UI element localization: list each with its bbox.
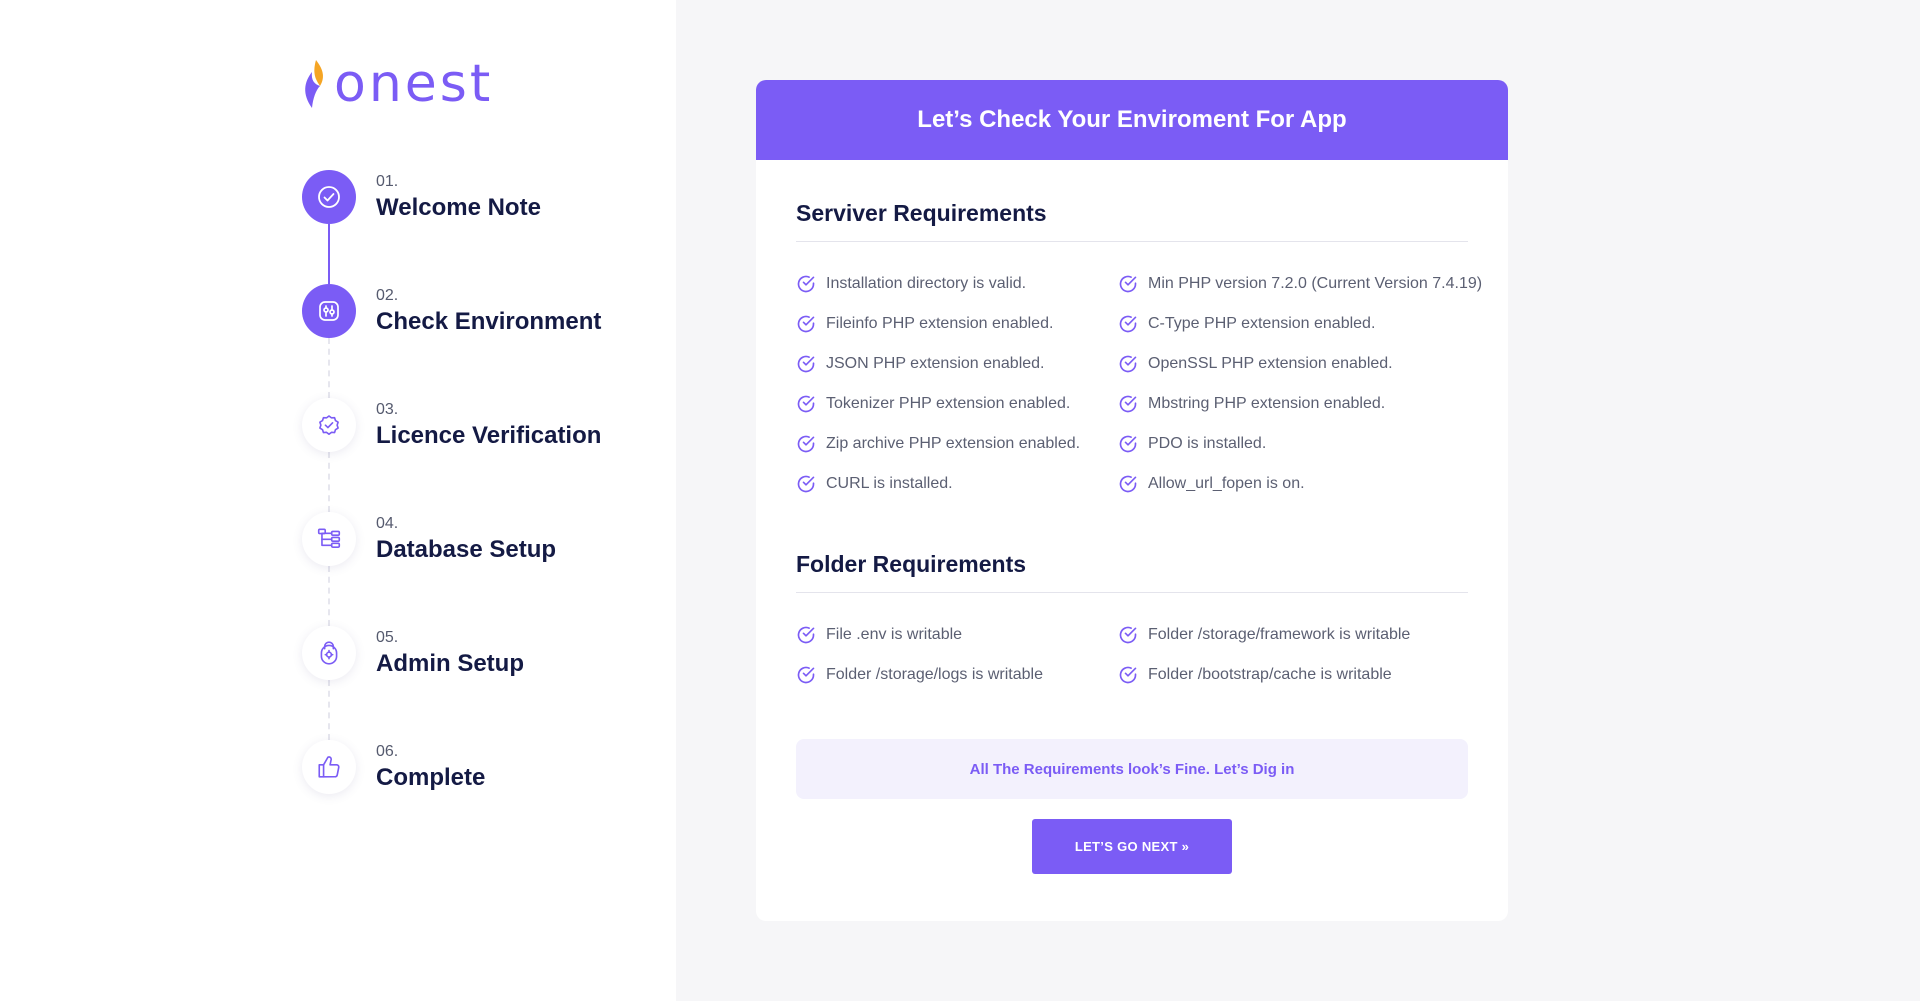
folder-requirements-title: Folder Requirements [796, 551, 1468, 593]
step-circle [302, 284, 356, 338]
requirement-item: Folder /bootstrap/cache is writable [1118, 663, 1468, 686]
check-circle-icon [1119, 395, 1137, 412]
requirement-text: Installation directory is valid. [826, 274, 1027, 292]
step-circle [302, 740, 356, 794]
step-number: 01. [376, 173, 399, 190]
step-connector [328, 224, 330, 284]
requirement-text: Fileinfo PHP extension enabled. [826, 314, 1054, 332]
requirements-notice: All The Requirements look’s Fine. Let’s … [796, 739, 1468, 799]
sliders-icon [319, 301, 339, 321]
card-header: Let’s Check Your Enviroment For App [756, 80, 1508, 160]
check-circle-icon [797, 435, 815, 452]
step-check-environment[interactable]: 02. Check Environment [302, 284, 682, 344]
requirement-item: Mbstring PHP extension enabled. [1118, 392, 1482, 415]
requirement-item: Tokenizer PHP extension enabled. [796, 392, 1118, 415]
step-complete[interactable]: 06. Complete [302, 740, 682, 800]
flame-icon [305, 60, 323, 108]
check-circle-icon [318, 186, 340, 208]
check-circle-icon [797, 355, 815, 372]
requirement-text: Allow_url_fopen is on. [1148, 474, 1305, 492]
brand-name: onest [334, 54, 494, 114]
step-connector [328, 680, 330, 740]
step-connector [328, 338, 330, 398]
environment-card: Let’s Check Your Enviroment For App Serv… [756, 80, 1508, 921]
step-database-setup[interactable]: 04. Database Setup [302, 512, 682, 572]
check-circle-icon [797, 395, 815, 412]
requirement-text: Tokenizer PHP extension enabled. [826, 394, 1071, 412]
badge-check-icon [319, 415, 339, 436]
step-admin-setup[interactable]: 05. Admin Setup [302, 626, 682, 686]
thumbs-up-icon [318, 756, 340, 778]
step-title: Database Setup [376, 536, 557, 563]
requirement-item: OpenSSL PHP extension enabled. [1118, 352, 1482, 375]
check-circle-icon [797, 626, 815, 643]
step-circle [302, 170, 356, 224]
requirement-item: File .env is writable [796, 623, 1118, 646]
step-circle [302, 512, 356, 566]
server-requirements-list: Installation directory is valid. Min PHP… [796, 272, 1482, 495]
requirement-text: Folder /storage/framework is writable [1148, 625, 1411, 643]
check-circle-icon [797, 275, 815, 292]
server-requirements-title: Serviver Requirements [796, 200, 1468, 242]
requirement-item: Fileinfo PHP extension enabled. [796, 312, 1118, 335]
requirement-item: Allow_url_fopen is on. [1118, 472, 1482, 495]
step-title: Licence Verification [376, 422, 602, 449]
step-number: 02. [376, 287, 399, 304]
requirement-item: Zip archive PHP extension enabled. [796, 432, 1118, 455]
step-title: Complete [376, 764, 486, 791]
folder-requirements-list: File .env is writable Folder /storage/fr… [796, 623, 1468, 686]
requirement-text: PDO is installed. [1148, 434, 1267, 452]
requirement-text: Min PHP version 7.2.0 (Current Version 7… [1148, 274, 1483, 292]
step-title: Welcome Note [376, 194, 541, 221]
requirement-text: Folder /storage/logs is writable [826, 665, 1043, 683]
folder-requirements-section: Folder Requirements File .env is writabl… [796, 551, 1468, 686]
card-body: Serviver Requirements Installation direc… [756, 160, 1508, 874]
step-number: 03. [376, 401, 399, 418]
requirement-text: Zip archive PHP extension enabled. [826, 434, 1081, 452]
next-button[interactable]: LET’S GO NEXT » [1032, 819, 1232, 874]
step-connector [328, 566, 330, 626]
requirement-text: JSON PHP extension enabled. [826, 354, 1045, 372]
requirement-item: PDO is installed. [1118, 432, 1482, 455]
requirement-item: Folder /storage/framework is writable [1118, 623, 1468, 646]
requirement-item: CURL is installed. [796, 472, 1118, 495]
check-circle-icon [797, 475, 815, 492]
step-title: Check Environment [376, 308, 602, 335]
card-title: Let’s Check Your Enviroment For App [917, 106, 1347, 133]
step-circle [302, 398, 356, 452]
step-title: Admin Setup [376, 650, 524, 677]
requirement-item: Installation directory is valid. [796, 272, 1118, 295]
check-circle-icon [797, 315, 815, 332]
requirement-text: C-Type PHP extension enabled. [1148, 314, 1376, 332]
check-circle-icon [1119, 275, 1137, 292]
step-number: 05. [376, 629, 399, 646]
hierarchy-icon [317, 528, 341, 548]
requirement-text: OpenSSL PHP extension enabled. [1148, 354, 1393, 372]
check-circle-icon [797, 666, 815, 683]
requirement-text: Mbstring PHP extension enabled. [1148, 394, 1386, 412]
check-circle-icon [1119, 355, 1137, 372]
check-circle-icon [1119, 475, 1137, 492]
step-welcome-note[interactable]: 01. Welcome Note [302, 170, 682, 230]
step-number: 06. [376, 743, 399, 760]
step-number: 04. [376, 515, 399, 532]
step-connector [328, 452, 330, 512]
step-circle [302, 626, 356, 680]
requirement-text: Folder /bootstrap/cache is writable [1148, 665, 1392, 683]
check-circle-icon [1119, 626, 1137, 643]
requirement-item: C-Type PHP extension enabled. [1118, 312, 1482, 335]
requirement-text: File .env is writable [826, 625, 963, 643]
requirement-item: JSON PHP extension enabled. [796, 352, 1118, 375]
brand-logo[interactable]: onest [300, 56, 500, 112]
requirement-item: Min PHP version 7.2.0 (Current Version 7… [1118, 272, 1482, 295]
check-circle-icon [1119, 666, 1137, 683]
sidebar: onest 01. Welcome Note 02. Check Environ… [0, 0, 676, 1001]
requirement-item: Folder /storage/logs is writable [796, 663, 1118, 686]
step-licence-verification[interactable]: 03. Licence Verification [302, 398, 682, 458]
check-circle-icon [1119, 315, 1137, 332]
check-circle-icon [1119, 435, 1137, 452]
requirement-text: CURL is installed. [826, 474, 953, 492]
user-settings-icon [320, 641, 338, 665]
